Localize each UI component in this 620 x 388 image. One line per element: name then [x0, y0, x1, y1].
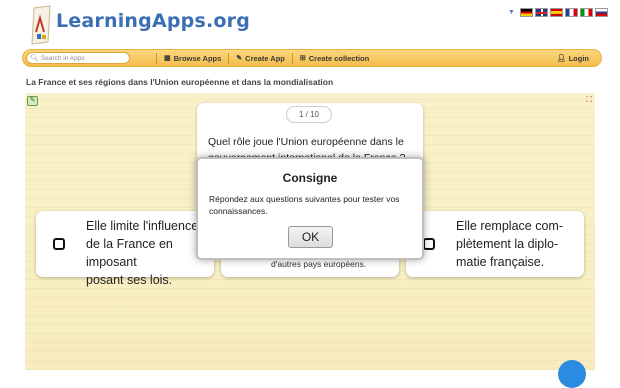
- fullscreen-icon[interactable]: ⛶: [586, 96, 592, 104]
- page-title: La France et ses régions dans l'Union eu…: [26, 77, 334, 87]
- answer-text-2: d'autres pays européens.: [271, 259, 367, 269]
- logo-text[interactable]: LearningApps.org: [56, 10, 250, 32]
- answer-1-line-2: de la France en imposant: [86, 237, 173, 269]
- chevron-down-icon[interactable]: ▼: [508, 9, 515, 16]
- answer-3-line-1: Elle remplace com-: [456, 219, 563, 233]
- instructions-dialog: Consigne Répondez aux questions suivante…: [196, 157, 424, 260]
- answer-option-1[interactable]: Elle limite l'influence de la France en …: [36, 211, 214, 287]
- collection-icon: ⊞: [299, 55, 306, 62]
- help-button[interactable]: [558, 360, 586, 388]
- logo-icon[interactable]: [28, 4, 56, 46]
- flag-gb-icon[interactable]: [534, 7, 548, 17]
- user-icon: 👤︎: [556, 55, 566, 62]
- create-collection-link[interactable]: ⊞ Create collection: [293, 54, 376, 63]
- flag-it-icon[interactable]: [579, 7, 593, 17]
- edit-icon[interactable]: ✎: [27, 96, 38, 106]
- flag-es-icon[interactable]: [549, 7, 563, 17]
- login-link[interactable]: 👤︎ Login: [557, 54, 589, 63]
- site-header: LearningApps.org ▼: [0, 0, 620, 48]
- answer-option-3[interactable]: Elle remplace com- plètement la diplo- m…: [406, 211, 584, 277]
- answer-text-1: Elle limite l'influence de la France en …: [86, 217, 214, 289]
- answer-text-3: Elle remplace com- plètement la diplo- m…: [456, 217, 563, 271]
- browse-apps-label: Browse Apps: [173, 53, 222, 63]
- browse-apps-link[interactable]: ▦ Browse Apps: [157, 54, 228, 63]
- flag-fr-icon[interactable]: [564, 7, 578, 17]
- ok-button[interactable]: OK: [288, 226, 333, 248]
- search-placeholder: Search in Apps: [40, 54, 85, 62]
- answer-3-line-2: plètement la diplo-: [456, 237, 559, 251]
- question-line-1: Quel rôle joue l'Union européenne dans l…: [208, 136, 404, 148]
- answer-checkbox-1[interactable]: [53, 238, 65, 250]
- answer-checkbox-3[interactable]: [423, 238, 435, 250]
- login-label: Login: [568, 53, 589, 63]
- answer-1-line-3: posant ses lois.: [86, 273, 173, 287]
- search-icon: 🔍︎: [30, 55, 39, 62]
- pencil-icon: ✎: [236, 55, 243, 62]
- create-collection-label: Create collection: [308, 53, 370, 63]
- search-input[interactable]: 🔍︎ Search in Apps: [26, 52, 130, 64]
- answer-1-line-1: Elle limite l'influence: [86, 219, 199, 233]
- main-navbar: 🔍︎ Search in Apps ▦ Browse Apps ✎ Create…: [22, 49, 602, 67]
- create-app-link[interactable]: ✎ Create App: [229, 54, 292, 63]
- create-app-label: Create App: [245, 53, 285, 63]
- question-counter: 1 / 10: [286, 106, 332, 123]
- grid-icon: ▦: [164, 55, 171, 62]
- answer-3-line-3: matie française.: [456, 255, 545, 269]
- dialog-title: Consigne: [282, 171, 338, 185]
- dialog-body: Répondez aux questions suivantes pour te…: [209, 194, 400, 216]
- language-selector[interactable]: ▼: [508, 7, 608, 17]
- flag-ru-icon[interactable]: [594, 7, 608, 17]
- flag-de-icon[interactable]: [519, 7, 533, 17]
